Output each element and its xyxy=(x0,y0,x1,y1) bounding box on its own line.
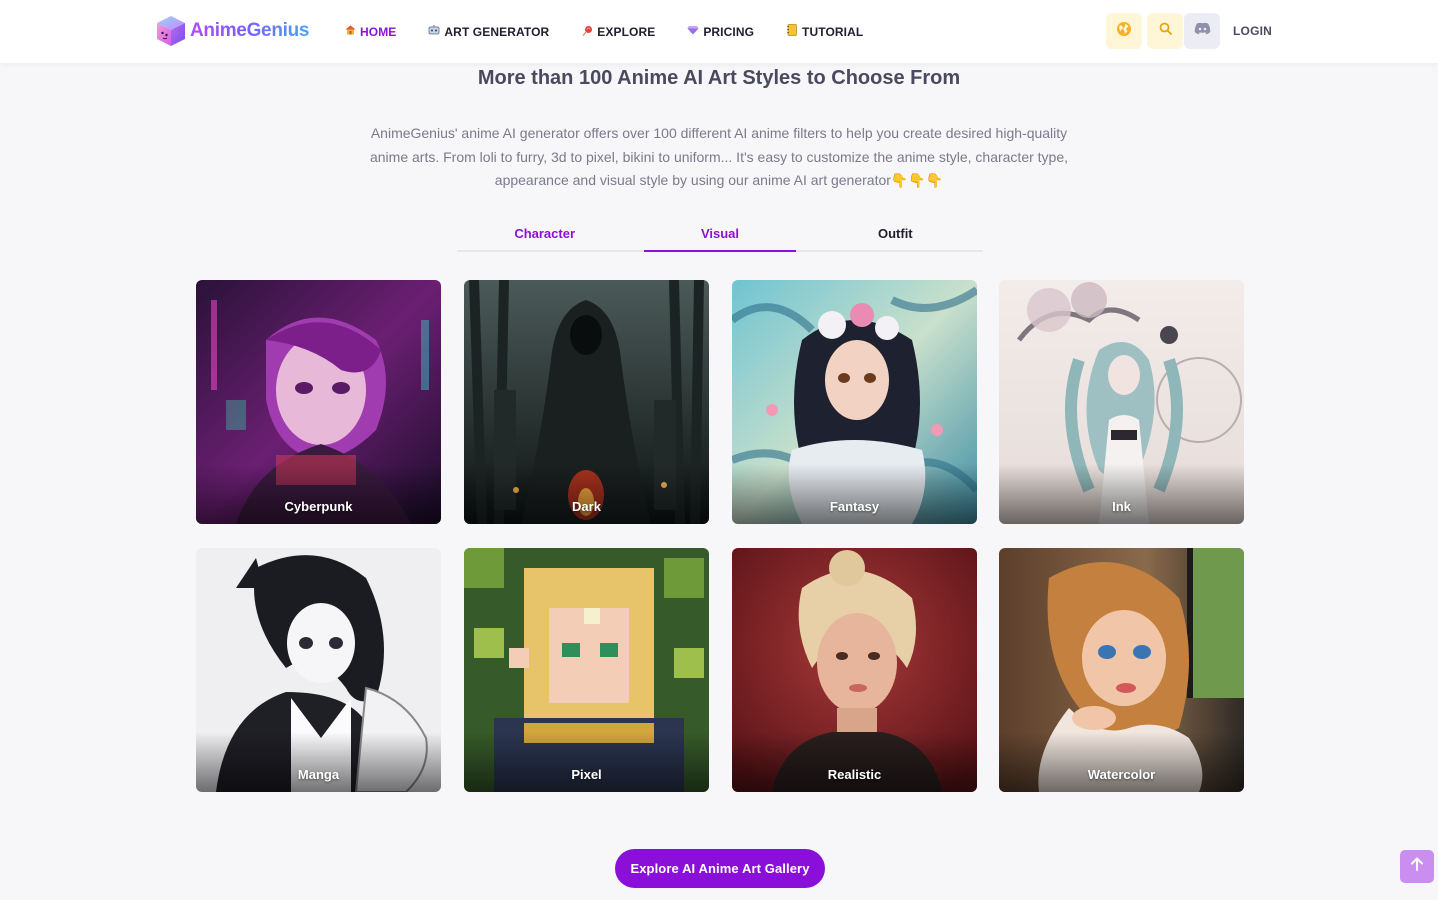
discord-button[interactable] xyxy=(1184,13,1220,49)
card-shade xyxy=(464,732,709,792)
style-card-fantasy[interactable]: Fantasy xyxy=(732,280,977,524)
nav-explore[interactable]: EXPLORE xyxy=(581,25,655,39)
nav-pricing-label: PRICING xyxy=(703,24,755,39)
back-to-top-button[interactable] xyxy=(1400,850,1434,883)
nav-tutorial-label: TUTORIAL xyxy=(802,24,864,39)
section-description: AnimeGenius' anime AI generator offers o… xyxy=(369,125,1069,188)
card-shade xyxy=(196,732,441,792)
section-title: More than 100 Anime AI Art Styles to Cho… xyxy=(477,67,961,89)
search-icon xyxy=(1159,22,1172,40)
brand-name: AnimeGenius xyxy=(190,20,310,41)
style-card-pixel[interactable]: Pixel xyxy=(464,548,709,792)
notebook-icon xyxy=(786,24,798,39)
painting-robot-icon xyxy=(428,25,440,38)
gem-icon xyxy=(687,25,699,38)
tab-character[interactable]: Character xyxy=(457,218,632,250)
card-shade xyxy=(732,732,977,792)
style-label: Ink xyxy=(1112,499,1131,514)
style-label: Cyberpunk xyxy=(284,499,353,514)
globe-icon xyxy=(1116,21,1132,42)
language-button[interactable] xyxy=(1106,13,1142,49)
discord-icon xyxy=(1194,22,1211,40)
style-label: Manga xyxy=(297,767,340,782)
nav-tutorial[interactable]: TUTORIAL xyxy=(786,24,863,39)
card-shade xyxy=(464,464,709,524)
style-label: Pixel xyxy=(571,767,602,782)
login-link[interactable]: LOGIN xyxy=(1233,24,1272,38)
style-label: Realistic xyxy=(827,767,882,782)
style-label: Watercolor xyxy=(1087,767,1156,782)
style-label: Fantasy xyxy=(829,499,880,514)
logo-cube-icon xyxy=(157,16,185,46)
search-button[interactable] xyxy=(1147,13,1183,49)
style-label: Dark xyxy=(572,499,601,514)
arrow-up-icon xyxy=(1410,857,1424,876)
card-shade xyxy=(999,732,1244,792)
top-navbar: AnimeGenius HOME ART GENERATOR EXPLORE P… xyxy=(0,0,1438,63)
lollipop-icon xyxy=(581,25,593,39)
main-nav: HOME ART GENERATOR EXPLORE PRICING TUTOR… xyxy=(344,0,895,63)
nav-art-generator[interactable]: ART GENERATOR xyxy=(428,25,549,39)
nav-home[interactable]: HOME xyxy=(344,25,396,39)
explore-gallery-button[interactable]: Explore AI Anime Art Gallery xyxy=(615,849,825,888)
style-card-dark[interactable]: Dark xyxy=(464,280,709,524)
tab-visual[interactable]: Visual xyxy=(632,218,807,252)
brand-logo[interactable]: AnimeGenius xyxy=(154,14,309,48)
tab-outfit[interactable]: Outfit xyxy=(808,218,983,250)
style-card-cyberpunk[interactable]: Cyberpunk xyxy=(196,280,441,524)
style-card-realistic[interactable]: Realistic xyxy=(732,548,977,792)
nav-explore-label: EXPLORE xyxy=(597,24,656,39)
style-card-manga[interactable]: Manga xyxy=(196,548,441,792)
nav-home-label: HOME xyxy=(360,24,397,39)
nav-art-generator-label: ART GENERATOR xyxy=(444,24,550,39)
style-tabs: Character Visual Outfit xyxy=(457,218,983,252)
nav-pricing[interactable]: PRICING xyxy=(687,25,754,39)
style-card-ink[interactable]: Ink xyxy=(999,280,1244,524)
card-shade xyxy=(196,464,441,524)
house-icon xyxy=(344,25,356,38)
card-shade xyxy=(999,464,1244,524)
card-shade xyxy=(732,464,977,524)
style-card-watercolor[interactable]: Watercolor xyxy=(999,548,1244,792)
